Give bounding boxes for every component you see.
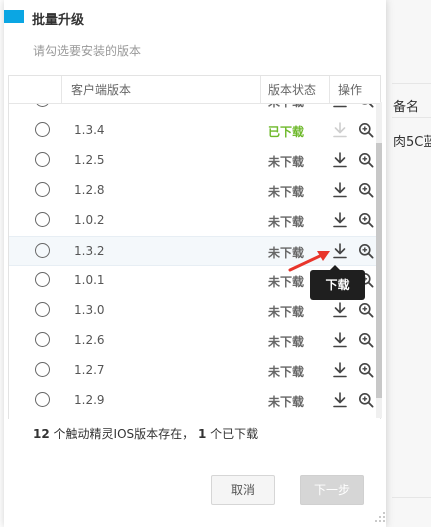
table-row[interactable]: 1.2.5 未下载 <box>9 146 380 176</box>
version-label: 1.3.4 <box>74 123 105 137</box>
zoom-in-icon[interactable] <box>358 122 374 138</box>
title-accent-bar <box>4 10 24 23</box>
background-divider <box>392 83 431 84</box>
version-status: 未下载 <box>268 365 305 379</box>
version-label: 1.2.6 <box>74 333 105 347</box>
version-status: 未下载 <box>268 335 305 349</box>
background-panel <box>385 0 431 527</box>
download-icon <box>332 122 348 138</box>
header-status: 版本状态 <box>268 83 317 97</box>
table-row[interactable]: 1.3.0 未下载 <box>9 296 380 326</box>
versions-table: 客户端版本 版本状态 操作 1.0.0未下载1.3.4已下载1.2.5未下载1.… <box>8 75 381 419</box>
table-row[interactable]: 1.3.4 已下载 <box>9 116 380 146</box>
background-cell-text: 肉5C蓝 <box>393 135 431 150</box>
summary-mid-text: 个触动精灵IOS版本存在， <box>53 427 195 441</box>
version-status: 已下载 <box>268 125 305 139</box>
total-count: 12 <box>33 427 50 441</box>
table-row[interactable]: 1.0.2 未下载 <box>9 206 380 236</box>
downloaded-count: 1 <box>197 427 207 441</box>
table-row[interactable]: 1.2.6 未下载 <box>9 326 380 356</box>
version-radio[interactable] <box>35 392 50 407</box>
download-icon[interactable] <box>332 152 348 168</box>
background-divider <box>392 117 431 118</box>
version-radio[interactable] <box>35 302 50 317</box>
download-icon[interactable] <box>332 182 348 198</box>
download-icon[interactable] <box>332 302 348 318</box>
download-tooltip: 下载 <box>310 270 365 300</box>
download-icon[interactable] <box>332 392 348 408</box>
dialog-title: 批量升级 <box>32 13 85 28</box>
table-row[interactable]: 1.2.8 未下载 <box>9 176 380 206</box>
version-label: 1.3.2 <box>74 244 105 258</box>
version-radio[interactable] <box>35 122 50 137</box>
version-radio[interactable] <box>35 332 50 347</box>
background-column-label: 备名 <box>393 100 420 115</box>
download-icon[interactable] <box>332 362 348 378</box>
resize-grip-icon[interactable] <box>374 511 386 523</box>
dialog-title-bar: 批量升级 <box>4 0 386 34</box>
version-label: 1.0.1 <box>74 273 105 287</box>
header-separator <box>329 76 330 103</box>
version-status: 未下载 <box>268 305 305 319</box>
summary-end-text: 个已下载 <box>210 427 259 441</box>
version-label: 1.2.5 <box>74 153 105 167</box>
background-divider <box>392 497 431 498</box>
version-status: 未下载 <box>268 395 305 409</box>
version-label: 1.3.0 <box>74 303 105 317</box>
table-row[interactable]: 1.2.7 未下载 <box>9 356 380 386</box>
zoom-in-icon[interactable] <box>358 152 374 168</box>
version-label: 1.0.2 <box>74 213 105 227</box>
zoom-in-icon[interactable] <box>358 212 374 228</box>
zoom-in-icon[interactable] <box>358 332 374 348</box>
summary-text: 12 个触动精灵IOS版本存在， 1 个已下载 <box>33 425 258 442</box>
version-radio[interactable] <box>35 272 50 287</box>
dialog-subtitle: 请勾选要安装的版本 <box>33 44 142 58</box>
download-icon[interactable] <box>332 243 348 259</box>
header-action: 操作 <box>338 83 363 97</box>
version-label: 1.2.7 <box>74 363 105 377</box>
next-step-button[interactable]: 下一步 <box>300 475 364 505</box>
header-version: 客户端版本 <box>71 83 132 97</box>
table-row[interactable]: 1.2.9 未下载 <box>9 386 380 416</box>
version-radio[interactable] <box>35 362 50 377</box>
cancel-button[interactable]: 取消 <box>211 475 275 505</box>
version-status: 未下载 <box>268 215 305 229</box>
table-row[interactable]: 1.0.0未下载 <box>9 103 380 116</box>
download-icon[interactable] <box>332 212 348 228</box>
table-header: 客户端版本 版本状态 操作 <box>9 76 380 104</box>
batch-upgrade-dialog: 批量升级 请勾选要安装的版本 客户端版本 版本状态 操作 1.0.0未下载1.3… <box>4 0 386 527</box>
version-radio[interactable] <box>35 182 50 197</box>
header-separator <box>61 76 62 103</box>
header-separator <box>260 76 261 103</box>
download-icon[interactable] <box>332 332 348 348</box>
version-label: 1.2.8 <box>74 183 105 197</box>
zoom-in-icon[interactable] <box>358 243 374 259</box>
version-status: 未下载 <box>268 275 305 289</box>
zoom-in-icon[interactable] <box>358 182 374 198</box>
zoom-in-icon[interactable] <box>358 362 374 378</box>
zoom-in-icon[interactable] <box>358 302 374 318</box>
version-status: 未下载 <box>268 185 305 199</box>
version-status: 未下载 <box>268 103 304 110</box>
version-radio[interactable] <box>35 152 50 167</box>
version-status: 未下载 <box>268 155 305 169</box>
version-radio[interactable] <box>35 212 50 227</box>
version-label: 1.2.9 <box>74 393 105 407</box>
scrollbar-thumb[interactable] <box>376 143 382 398</box>
zoom-in-icon[interactable] <box>358 392 374 408</box>
version-radio[interactable] <box>35 243 50 258</box>
